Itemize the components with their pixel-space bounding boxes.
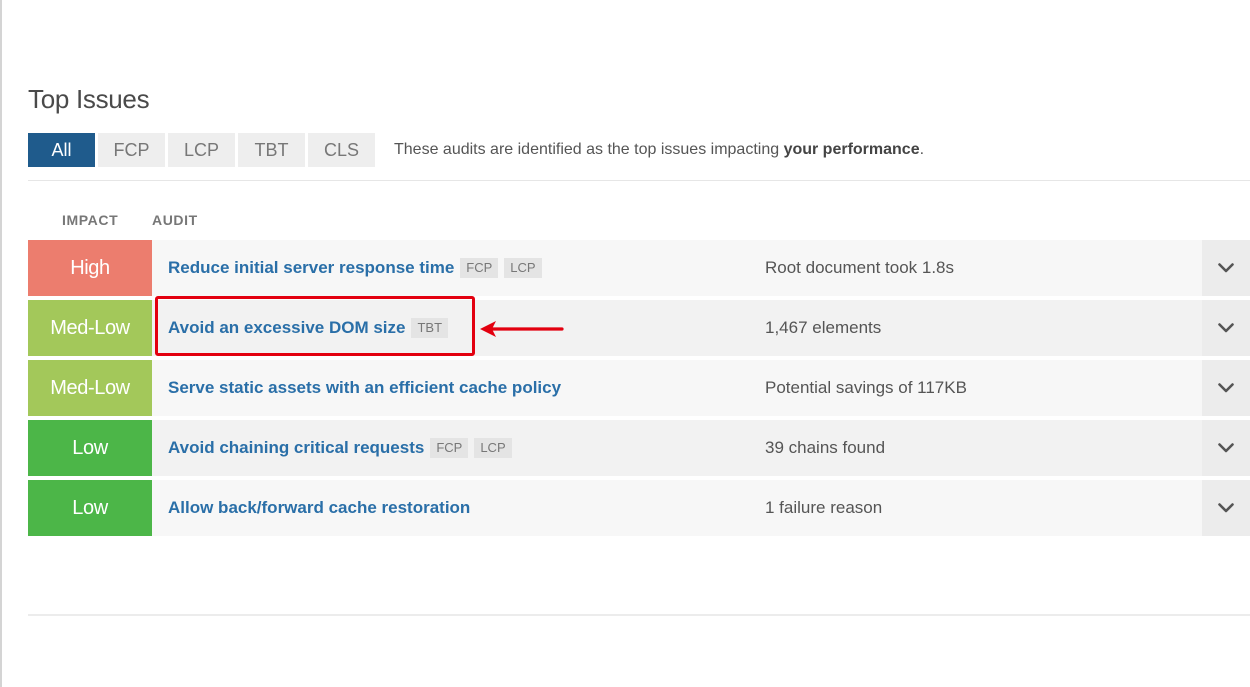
tab-all[interactable]: All: [28, 133, 95, 167]
audit-cell: Allow back/forward cache restoration: [168, 480, 470, 536]
issues-table: High Reduce initial server response time…: [28, 240, 1250, 540]
column-header-impact: IMPACT: [62, 212, 119, 228]
audit-link[interactable]: Serve static assets with an efficient ca…: [168, 378, 561, 398]
description-text: These audits are identified as the top i…: [394, 141, 784, 158]
description-suffix: .: [919, 141, 925, 158]
annotation-highlight-box: [155, 296, 475, 356]
audit-detail: Root document took 1.8s: [765, 258, 955, 277]
expand-button[interactable]: [1202, 300, 1250, 356]
metric-tag: FCP: [460, 258, 499, 278]
expand-button[interactable]: [1202, 420, 1250, 476]
audit-link[interactable]: Reduce initial server response time: [168, 258, 454, 278]
annotation-arrow-icon: [480, 321, 564, 337]
impact-badge: Low: [28, 480, 152, 536]
impact-badge: High: [28, 240, 152, 296]
metric-tag: FCP: [430, 438, 469, 458]
section-divider: [28, 180, 1250, 181]
issue-row: Low Avoid chaining critical requests FCP…: [28, 420, 1250, 476]
audit-detail: Potential savings of 117KB: [765, 378, 967, 397]
issue-row: High Reduce initial server response time…: [28, 240, 1250, 296]
audit-link[interactable]: Avoid chaining critical requests: [168, 438, 424, 458]
audit-cell: Avoid chaining critical requests FCP LCP: [168, 420, 512, 476]
impact-badge: Med-Low: [28, 360, 152, 416]
impact-badge: Low: [28, 420, 152, 476]
audit-cell: Serve static assets with an efficient ca…: [168, 360, 561, 416]
audit-detail: 1,467 elements: [765, 318, 882, 337]
metric-tag: LCP: [474, 438, 512, 458]
section-title: Top Issues: [28, 84, 150, 114]
expand-button[interactable]: [1202, 480, 1250, 536]
column-header-audit: AUDIT: [152, 212, 198, 228]
chevron-down-icon: [1218, 323, 1234, 333]
impact-badge: Med-Low: [28, 300, 152, 356]
audit-link[interactable]: Allow back/forward cache restoration: [168, 498, 470, 518]
audit-detail: 39 chains found: [765, 438, 886, 457]
description-emphasis: your performance: [783, 141, 920, 158]
issue-row: Med-Low Serve static assets with an effi…: [28, 360, 1250, 416]
tab-cls[interactable]: CLS: [308, 133, 375, 167]
audit-cell: Reduce initial server response time FCP …: [168, 240, 542, 296]
expand-button[interactable]: [1202, 240, 1250, 296]
tab-lcp[interactable]: LCP: [168, 133, 235, 167]
tab-fcp[interactable]: FCP: [98, 133, 165, 167]
issue-row: Low Allow back/forward cache restoration…: [28, 480, 1250, 536]
tab-tbt[interactable]: TBT: [238, 133, 305, 167]
section-bottom-divider: [28, 614, 1250, 616]
audit-detail: 1 failure reason: [765, 498, 883, 517]
metric-tag: LCP: [504, 258, 542, 278]
chevron-down-icon: [1218, 263, 1234, 273]
metric-filter-tabs: All FCP LCP TBT CLS: [28, 133, 375, 167]
page-left-border: [0, 0, 2, 687]
tabs-description: These audits are identified as the top i…: [394, 141, 924, 159]
chevron-down-icon: [1218, 503, 1234, 513]
chevron-down-icon: [1218, 383, 1234, 393]
expand-button[interactable]: [1202, 360, 1250, 416]
chevron-down-icon: [1218, 443, 1234, 453]
